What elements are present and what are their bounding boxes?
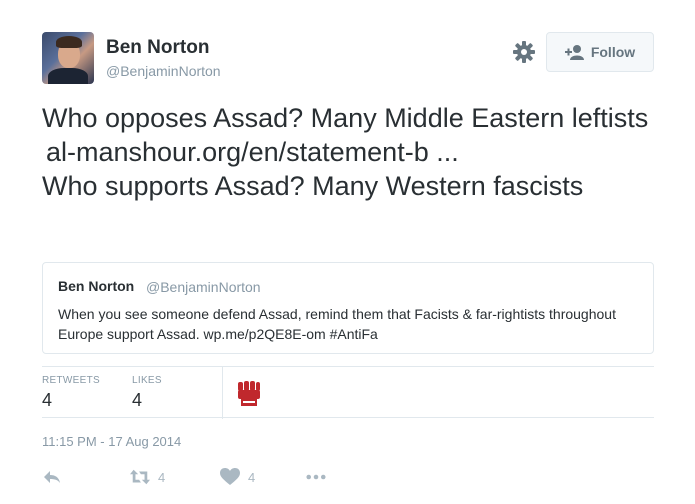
quote-text: When you see someone defend Assad, remin… xyxy=(58,306,616,342)
author-handle[interactable]: @BenjaminNorton xyxy=(106,63,221,79)
tweet-stats: RETWEETS 4 LIKES 4 xyxy=(42,366,654,419)
retweet-count: 4 xyxy=(158,469,166,485)
reply-button[interactable] xyxy=(42,468,62,486)
follow-label: Follow xyxy=(590,44,636,60)
reply-icon xyxy=(44,471,60,483)
tweet-link[interactable]: al-manshour.org/en/statement-b ... xyxy=(42,135,662,169)
retweet-icon xyxy=(130,469,150,485)
retweets-label: RETWEETS xyxy=(42,375,100,386)
tweet-line-1: Who opposes Assad? Many Middle Eastern l… xyxy=(42,103,649,133)
more-icon xyxy=(306,474,326,480)
heart-icon xyxy=(220,468,240,485)
likes-value: 4 xyxy=(132,390,143,410)
tweet-actions: 4 4 xyxy=(42,468,442,490)
like-count: 4 xyxy=(248,469,256,485)
quoted-tweet[interactable]: Ben Norton @BenjaminNorton When you see … xyxy=(42,262,654,354)
tweet-timestamp[interactable]: 11:15 PM - 17 Aug 2014 xyxy=(42,434,181,449)
tweet-text: Who opposes Assad? Many Middle Eastern l… xyxy=(42,101,662,203)
stats-divider xyxy=(222,367,223,419)
tweet-line-2: Who supports Assad? Many Western fascist… xyxy=(42,171,584,201)
like-button[interactable]: 4 xyxy=(220,468,255,486)
retweets-value: 4 xyxy=(42,390,53,410)
likes-label: LIKES xyxy=(132,375,162,386)
avatar[interactable] xyxy=(42,32,94,84)
gear-icon[interactable] xyxy=(512,40,536,64)
retweet-button[interactable]: 4 xyxy=(130,468,165,486)
likes-stat[interactable]: LIKES 4 xyxy=(132,375,162,411)
add-user-icon xyxy=(564,45,584,60)
red-fist-icon[interactable] xyxy=(236,379,262,407)
retweets-stat[interactable]: RETWEETS 4 xyxy=(42,375,100,411)
quote-author-name: Ben Norton xyxy=(58,278,135,294)
avatar-body xyxy=(48,68,88,84)
author-name[interactable]: Ben Norton xyxy=(106,37,209,59)
tweet-header: Ben Norton @BenjaminNorton Follow xyxy=(42,32,654,84)
avatar-hair xyxy=(56,36,82,48)
more-button[interactable] xyxy=(306,468,326,486)
quote-author-handle: @BenjaminNorton xyxy=(146,279,261,295)
follow-button[interactable]: Follow xyxy=(546,32,654,72)
